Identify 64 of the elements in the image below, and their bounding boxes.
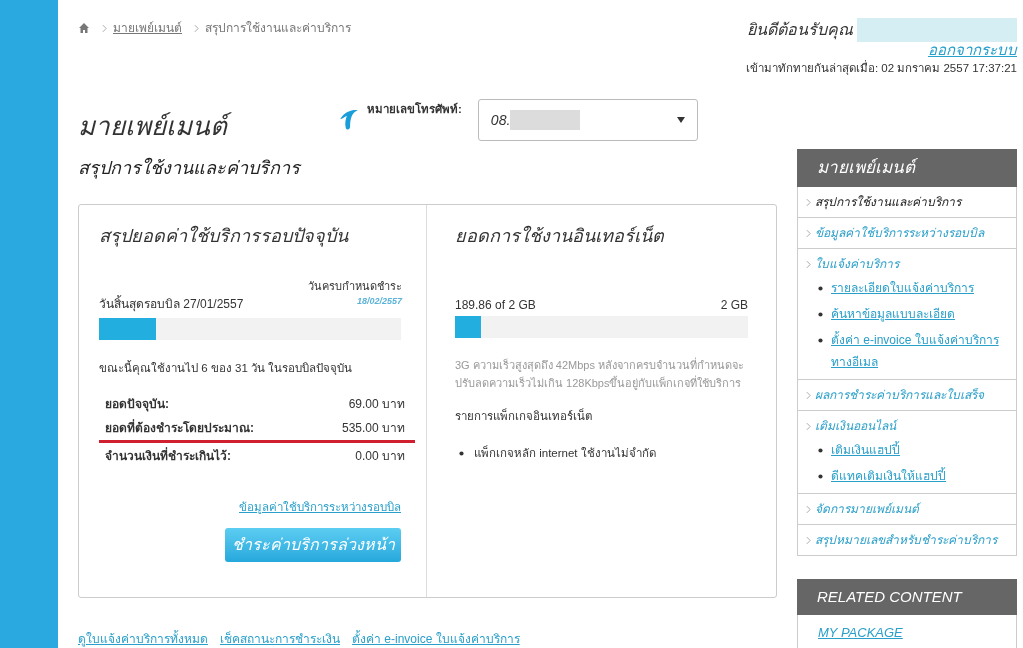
amount-label: จำนวนเงินที่ชำระเกินไว้: [105,446,231,465]
footer-link[interactable]: ตั้งค่า e-invoice ใบแจ้งค่าบริการ [352,630,520,648]
bullet-icon [459,451,464,457]
prepay-button[interactable]: ชำระค่าบริการล่วงหน้า [225,528,401,562]
panel-title: ยอดการใช้งานอินเทอร์เน็ต [455,224,664,248]
usage-note: ขณะนี้คุณใช้งานไป 6 ของ 31 วัน ในรอบบิลปัจจุบัน [99,359,354,377]
sidebar-item[interactable]: เติมเงินออนไลน์ [815,417,896,436]
chevron-icon [806,390,811,400]
footer-link[interactable]: เช็คสถานะการชำระเงิน [220,630,340,648]
panel-title: สรุปยอดค่าใช้บริการรอบปัจจุบัน [99,224,348,249]
chevron-icon [806,535,811,545]
related-title: RELATED CONTENT [797,579,1017,616]
usage-amount: 189.86 of 2 GB [455,297,536,314]
logout-link[interactable]: ออกจากระบบ [928,42,1017,58]
amount-value: 535.00 บาท [341,420,405,438]
sidebar-subitem[interactable]: รายละเอียดใบแจ้งค่าบริการ [831,277,974,300]
chevron-icon [806,421,811,431]
sidebar-title: มายเพย์เมนต์ [797,149,1017,188]
chevron-icon [806,197,811,207]
sidebar-item[interactable]: สรุปหมายเลขสำหรับชำระค่าบริการ [815,531,997,550]
welcome-text: ยินดีต้อนรับคุณ [747,20,853,42]
chevron-icon [806,504,811,514]
breadcrumb-current: สรุปการใช้งานและค่าบริการ [205,20,351,37]
sidebar-subitem[interactable]: ตั้งค่า e-invoice ใบแจ้งค่าบริการทางอีเมล [831,329,1008,374]
usage-total: 2 GB [720,297,748,314]
due-label: วันครบกำหนดชำระ [308,279,402,294]
bullet-icon [818,338,823,344]
amount-label: ยอดปัจจุบัน: [105,395,169,413]
amount-value: 69.00 บาท [348,395,405,413]
sidebar-item[interactable]: ข้อมูลค่าใช้บริการระหว่างรอบบิล [815,224,984,243]
footer-link[interactable]: ดูใบแจ้งค่าบริการทั้งหมด [78,630,208,648]
sidebar-subitem[interactable]: เติมเงินแฮปปี้ [831,439,900,462]
interim-charges-link[interactable]: ข้อมูลค่าใช้บริการระหว่างรอบบิล [239,498,401,516]
sidebar-subitem[interactable]: ค้นหาข้อมูลแบบละเอียด [831,303,955,326]
chevron-icon [806,228,811,238]
chevron-icon [806,259,811,269]
cycle-end-text: วันสิ้นสุดรอบบิล 27/01/2557 [99,294,244,313]
sidebar-item[interactable]: สรุปการใช้งานและค่าบริการ [815,193,961,212]
last-login-text: เข้ามาทักทายกันล่าสุดเมื่อ: 02 มกราคม 2557 17:37:21 [745,60,1017,77]
bullet-icon [818,474,823,480]
chevron-icon [194,23,199,33]
amount-value: 0.00 บาท [355,447,405,465]
redacted-number [510,110,581,131]
dropdown-caret-icon [676,117,685,124]
due-date-text: 18/02/2557 [356,294,402,308]
related-link[interactable]: MY PACKAGE [818,623,903,643]
bullet-icon [818,312,823,318]
phone-select[interactable]: 08. [477,99,698,142]
breadcrumb-link[interactable]: มายเพย์เมนต์ [113,19,182,37]
package-item: แพ็กเกจหลัก internet ใช้งานไม่จำกัด [474,445,656,462]
bullet-icon [818,286,823,292]
amount-label: ยอดที่ต้องชำระโดยประมาณ: [105,419,254,438]
page-title: มายเพย์เมนต์ [78,107,231,145]
bullet-icon [818,448,823,454]
sidebar-item[interactable]: จัดการมายเพย์เมนต์ [815,500,919,519]
page-subtitle: สรุปการใช้งานและค่าบริการ [78,156,300,181]
packages-heading: รายการแพ็กเกจอินเทอร์เน็ต [455,408,593,424]
chevron-icon [102,23,107,33]
phone-label: หมายเลขโทรศัพท์: [367,101,462,118]
sidebar-subitem[interactable]: ดีแทคเติมเงินให้แฮปปี้ [831,465,946,488]
speed-note: 3G ความเร็วสูงสุดถึง 42Mbps หลังจากครบจำนวนที่กำหนดจะปรับลดความเร็วไม่เกิน 128Kbpsขึ้นอยู่กับแพ็กเกจที่ใช้บริการ [455,356,745,392]
home-icon[interactable] [78,22,90,34]
sidebar-item[interactable]: ใบแจ้งค่าบริการ [815,255,899,274]
sidebar-item[interactable]: ผลการชำระค่าบริการและใบเสร็จ [815,386,984,405]
